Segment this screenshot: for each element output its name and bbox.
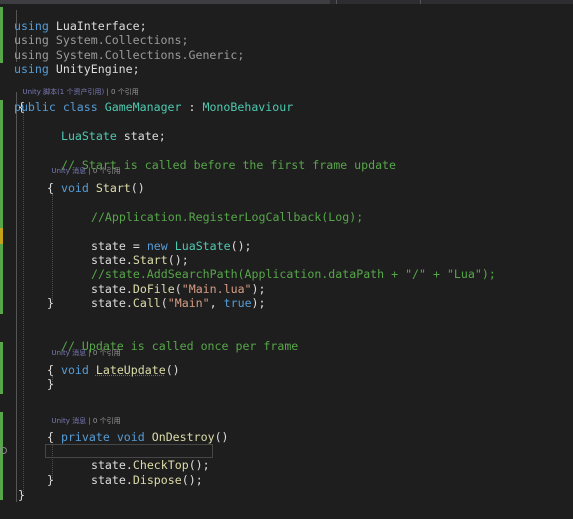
code-line-call-current[interactable]: state.CheckTop(); <box>77 444 210 472</box>
indent-guide <box>23 106 24 496</box>
code-line-comment[interactable]: //state.AddSearchPath(Application.dataPa… <box>77 253 496 281</box>
brace: } <box>18 488 25 502</box>
code-line-field[interactable]: LuaState state; <box>47 115 166 143</box>
keyword: using <box>13 62 49 76</box>
call-end: (); <box>181 473 203 487</box>
code-line-class-decl[interactable]: public class GameManager : MonoBehaviour <box>0 86 293 114</box>
code-line-comment[interactable]: // Update is called once per frame <box>47 325 298 353</box>
indent-guide <box>52 194 53 302</box>
brace: { <box>47 181 54 195</box>
namespace: UnityEngine <box>55 62 133 76</box>
call-end: (); <box>230 239 252 253</box>
change-marker <box>0 342 3 394</box>
codelens-ondestroy[interactable]: Unity 消息 | 0 个引用 <box>47 406 120 425</box>
keyword: void <box>60 363 89 377</box>
brace: } <box>47 473 54 487</box>
code-line-call[interactable]: state.Start(); <box>77 239 189 267</box>
identifier: state. <box>90 473 133 487</box>
comment: //Application.RegisterLogCallback(Log); <box>90 210 364 224</box>
brace: } <box>47 296 54 310</box>
change-marker-saved <box>0 228 3 244</box>
code-line-ondestroy-decl[interactable]: private void OnDestroy() <box>47 416 229 444</box>
tab-segment <box>0 0 330 4</box>
parens: () <box>214 430 229 444</box>
type-name: LuaState <box>60 129 117 143</box>
field-declaration: state; <box>116 129 166 143</box>
code-line-brace-close[interactable]: } <box>47 473 54 487</box>
codelens-lateupdate[interactable]: Unity 消息 | 0 个引用 <box>47 338 120 357</box>
code-line-brace-close[interactable]: } <box>47 377 54 391</box>
semicolon: ; <box>132 62 140 76</box>
codelens-start[interactable]: Unity 消息 | 0 个引用 <box>47 156 120 175</box>
colon: : <box>181 100 203 114</box>
brace: { <box>18 100 25 114</box>
identifier: state. <box>90 296 133 310</box>
change-marker <box>0 412 3 500</box>
comma: , <box>209 296 224 310</box>
outline-collapse-class[interactable] <box>16 92 17 502</box>
method-name: Start <box>95 181 131 195</box>
keyword: void <box>60 181 89 195</box>
class-name: GameManager <box>104 100 182 114</box>
parens: () <box>165 363 180 377</box>
code-line-call[interactable]: state.Dispose(); <box>77 459 203 487</box>
tab-divider <box>336 0 337 4</box>
semicolon: ; <box>237 48 245 62</box>
code-line-using-1[interactable]: using LuaInterface; <box>0 5 147 33</box>
code-line-using-2[interactable]: using System.Collections; <box>0 19 189 47</box>
code-line-using-3[interactable]: using System.Collections.Generic; <box>0 34 244 62</box>
paren: ( <box>160 296 168 310</box>
code-line-call[interactable]: state.Call("Main", true); <box>77 282 266 310</box>
keyword: class <box>62 100 98 114</box>
code-line-brace-open[interactable]: { <box>47 430 54 444</box>
method-name: LateUpdate <box>95 363 166 377</box>
brace: { <box>47 363 54 377</box>
code-line-using-4[interactable]: using UnityEngine; <box>0 48 140 76</box>
code-line-call[interactable]: state.DoFile("Main.lua"); <box>77 268 266 296</box>
code-line-start-decl[interactable]: void Start() <box>47 167 145 195</box>
tab-divider <box>420 0 421 4</box>
code-line-brace-open[interactable]: { <box>47 363 54 377</box>
breakpoint-hint-icon[interactable] <box>0 447 7 454</box>
change-marker <box>0 244 3 314</box>
editor-tab-strip <box>0 0 573 4</box>
change-marker <box>0 100 3 228</box>
code-line-comment[interactable]: //Application.RegisterLogCallback(Log); <box>77 196 363 224</box>
code-line-assign[interactable]: state = new LuaState(); <box>77 225 252 253</box>
method-name: Call <box>132 296 161 310</box>
string-literal: "Main" <box>167 296 210 310</box>
keyword: private <box>60 430 110 444</box>
code-line-brace-close[interactable]: } <box>18 488 25 502</box>
parens: () <box>130 181 145 195</box>
paren: ); <box>251 296 266 310</box>
method-name: OnDestroy <box>151 430 215 444</box>
base-class-name: MonoBehaviour <box>202 100 294 114</box>
method-name: Dispose <box>132 473 182 487</box>
code-line-brace-open[interactable]: { <box>47 181 54 195</box>
brace: } <box>47 377 54 391</box>
keyword: true <box>223 296 252 310</box>
code-line-lateupdate-decl[interactable]: void LateUpdate() <box>47 349 180 377</box>
code-line-brace-close[interactable]: } <box>47 296 54 310</box>
keyword: void <box>116 430 145 444</box>
code-line-brace-open[interactable]: { <box>18 100 25 114</box>
brace: { <box>47 430 54 444</box>
